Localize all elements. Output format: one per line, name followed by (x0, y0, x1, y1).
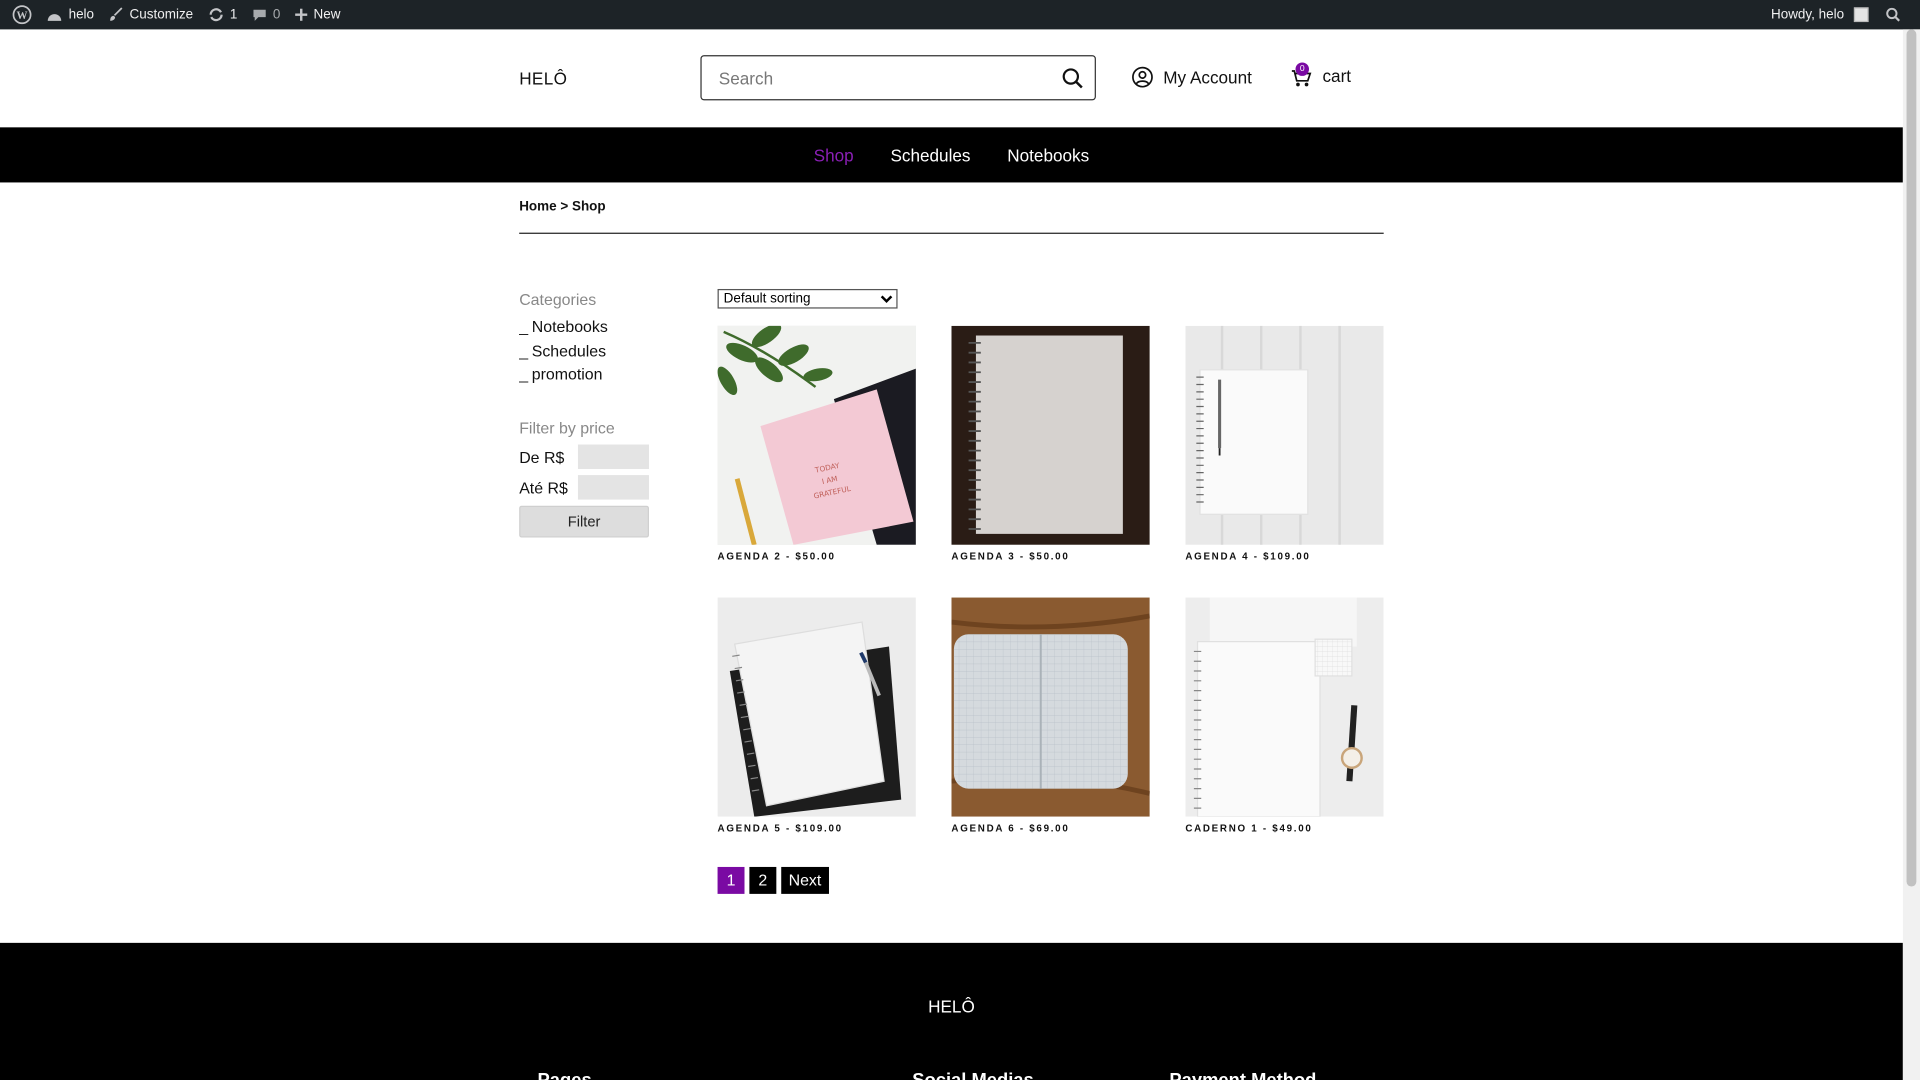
product-title[interactable]: AGENDA 5 - $109.00 (718, 823, 916, 834)
page-2-button[interactable]: 2 (749, 866, 777, 894)
pagination: 1 2 Next (717, 866, 829, 894)
admin-bar: W helo Customize 1 0 New Howdy, helo (0, 0, 1920, 30)
product-card[interactable]: AGENDA 6 - $69.00 (951, 597, 1150, 834)
wordpress-logo-icon[interactable]: W (5, 0, 39, 29)
nav-item-schedules[interactable]: Schedules (890, 145, 970, 165)
svg-text:W: W (17, 10, 28, 22)
product-title[interactable]: CADERNO 1 - $49.00 (1185, 823, 1383, 834)
sorting-select[interactable]: Default sorting (717, 288, 898, 309)
my-account-label: My Account (1163, 67, 1252, 87)
price-from-field[interactable] (577, 444, 649, 469)
categories-title: Categories (519, 290, 597, 309)
dashboard-icon (47, 13, 62, 21)
site-footer: HELÔ Pages Social Medias Payment Method (0, 942, 1903, 1080)
page-scrollbar[interactable] (1902, 29, 1920, 1080)
search-icon[interactable] (1062, 67, 1084, 89)
admin-customize-link[interactable]: Customize (101, 0, 200, 29)
product-image[interactable] (717, 597, 916, 817)
product-card[interactable]: TODAY I AM GRATEFUL AGENDA 2 - $50.00 (717, 325, 916, 562)
admin-howdy[interactable]: Howdy, helo (1771, 7, 1844, 22)
admin-new-link[interactable]: New (288, 0, 348, 29)
cart-label: cart (1322, 66, 1352, 86)
price-to-row: Até R$ (519, 475, 649, 500)
main-nav: Shop Schedules Notebooks (0, 127, 1903, 183)
plus-icon (295, 8, 308, 21)
category-item[interactable]: _ promotion (519, 364, 608, 388)
filter-button[interactable]: Filter (519, 505, 649, 538)
category-list: _ Notebooks _ Schedules _ promotion (519, 316, 608, 388)
admin-new-label: New (313, 7, 341, 23)
price-from-row: De R$ (519, 444, 649, 469)
price-to-label: Até R$ (519, 478, 568, 497)
product-title[interactable]: AGENDA 4 - $109.00 (1185, 551, 1383, 562)
comment-icon (253, 9, 266, 21)
price-to-field[interactable] (577, 475, 649, 500)
footer-logo[interactable]: HELÔ (0, 997, 1903, 1017)
category-label: promotion (531, 364, 603, 384)
my-account-link[interactable]: My Account (1131, 66, 1252, 88)
admin-site-link[interactable]: helo (39, 0, 101, 29)
scrollbar-thumb[interactable] (1906, 29, 1917, 887)
footer-social-heading: Social Medias (912, 1070, 1033, 1080)
admin-updates-link[interactable]: 1 (201, 0, 245, 29)
product-image[interactable] (951, 597, 1150, 817)
product-title[interactable]: AGENDA 6 - $69.00 (951, 823, 1149, 834)
category-label: Notebooks (531, 317, 608, 336)
admin-comments-count: 0 (272, 7, 281, 23)
price-filter-title: Filter by price (519, 418, 615, 438)
product-title[interactable]: AGENDA 3 - $50.00 (951, 551, 1149, 562)
nav-item-notebooks[interactable]: Notebooks (1007, 145, 1089, 165)
category-label: Schedules (531, 341, 607, 360)
product-image[interactable] (1185, 325, 1384, 545)
page-1-button[interactable]: 1 (717, 866, 745, 894)
admin-comments-link[interactable]: 0 (245, 0, 288, 29)
site-logo[interactable]: HELÔ (519, 69, 567, 89)
brush-icon (109, 7, 123, 21)
breadcrumb-divider (519, 232, 1384, 234)
admin-updates-count: 1 (229, 7, 238, 23)
cart-link[interactable]: 0 cart (1291, 62, 1352, 88)
breadcrumb[interactable]: Home > Shop (519, 200, 605, 215)
footer-payment-heading: Payment Method (1169, 1070, 1316, 1080)
updates-icon (209, 8, 223, 22)
cart-icon: 0 (1291, 62, 1313, 88)
search-icon[interactable] (1886, 7, 1901, 22)
category-item[interactable]: _ Schedules (519, 340, 608, 364)
cart-count-badge: 0 (1295, 62, 1309, 76)
product-image[interactable]: TODAY I AM GRATEFUL (717, 325, 916, 545)
product-card[interactable]: AGENDA 4 - $109.00 (1185, 325, 1384, 562)
product-card[interactable]: AGENDA 3 - $50.00 (951, 325, 1150, 562)
search-input[interactable] (718, 66, 1050, 91)
next-page-button[interactable]: Next (781, 866, 829, 894)
product-card[interactable]: CADERNO 1 - $49.00 (1185, 597, 1384, 834)
product-image[interactable] (1185, 597, 1384, 817)
footer-pages-heading: Pages (538, 1070, 592, 1080)
search-box (700, 55, 1096, 101)
category-item[interactable]: _ Notebooks (519, 316, 608, 340)
price-from-label: De R$ (519, 447, 565, 466)
user-circle-icon (1132, 66, 1153, 88)
nav-item-shop[interactable]: Shop (814, 145, 854, 165)
product-title[interactable]: AGENDA 2 - $50.00 (718, 551, 916, 562)
product-card[interactable]: AGENDA 5 - $109.00 (717, 597, 916, 834)
avatar[interactable] (1853, 7, 1869, 23)
product-image[interactable] (951, 325, 1150, 545)
admin-customize-label: Customize (129, 7, 194, 23)
admin-site-name: helo (68, 7, 95, 23)
